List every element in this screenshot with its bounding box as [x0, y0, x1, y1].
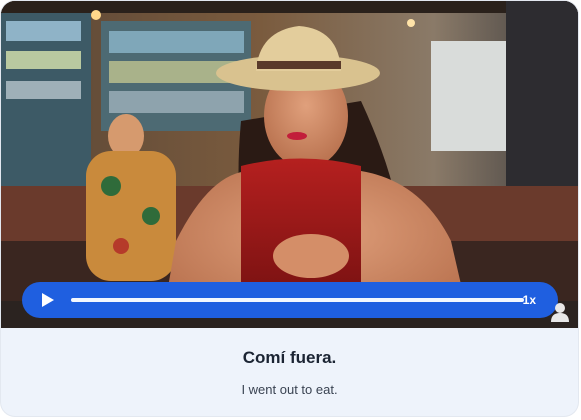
playback-speed-button[interactable]: 1x: [523, 293, 536, 307]
english-translation: I went out to eat.: [241, 382, 338, 397]
spanish-phrase: Comí fuera.: [242, 348, 337, 367]
progress-bar[interactable]: [71, 298, 524, 302]
video-player[interactable]: 1x: [1, 1, 578, 328]
video-frame: [1, 1, 578, 328]
play-icon: [42, 293, 54, 307]
play-button[interactable]: [38, 291, 56, 309]
video-controls: 1x: [22, 282, 558, 318]
caption-area: Comí fuera. I went out to eat.: [1, 328, 578, 416]
lesson-card: 1x Comí fuera. I went out to eat.: [1, 1, 578, 416]
avatar-icon: [551, 303, 569, 322]
